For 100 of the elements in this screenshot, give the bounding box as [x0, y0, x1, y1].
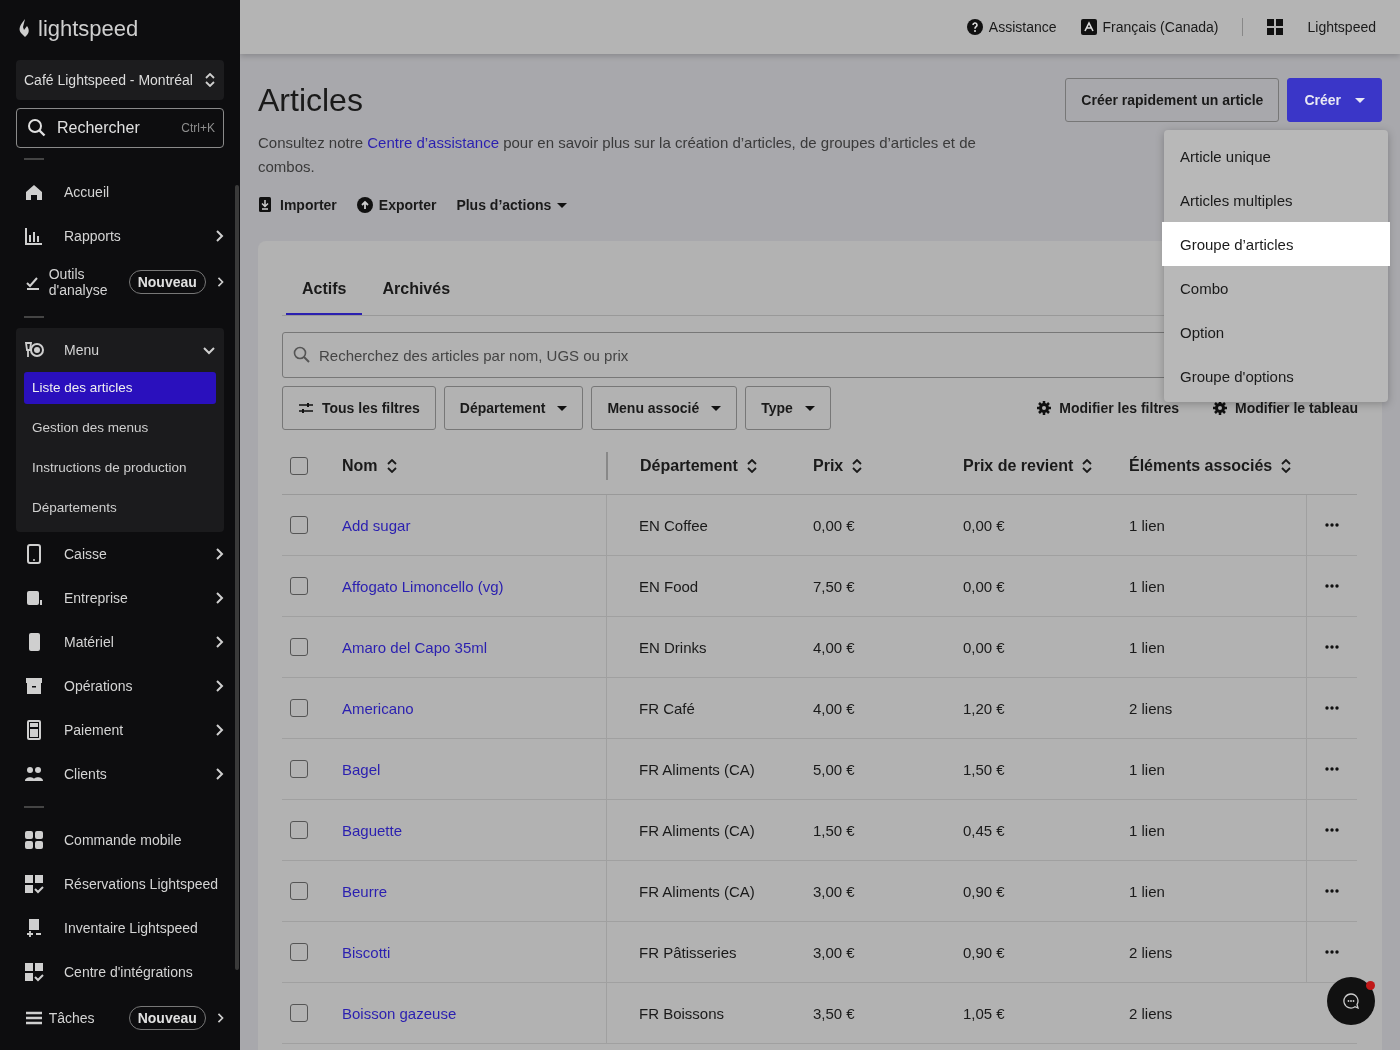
- quick-create-button[interactable]: Créer rapidement un article: [1065, 78, 1280, 122]
- filter-dropdown[interactable]: Département: [443, 386, 584, 430]
- more-icon[interactable]: [1325, 523, 1339, 527]
- logo-text: lightspeed: [38, 16, 139, 42]
- create-option[interactable]: Groupe d’articles: [1162, 222, 1390, 266]
- checkbox[interactable]: [290, 516, 308, 534]
- people-icon: [24, 764, 44, 784]
- table-cell: 0,90 €: [963, 882, 1005, 900]
- nav-item[interactable]: Menu: [16, 328, 224, 372]
- help-center-link[interactable]: Centre d’assistance: [367, 134, 499, 151]
- table-cell: 2 liens: [1129, 943, 1173, 961]
- page-description: Consultez notre Centre d’assistance pour en savoir plus sur la création d’articles, de groupes d’articles et de combos.: [258, 133, 977, 177]
- nav-item[interactable]: Réservations Lightspeed: [0, 862, 240, 906]
- account-menu[interactable]: Lightspeed: [1307, 19, 1376, 35]
- checkbox[interactable]: [290, 760, 308, 778]
- more-icon[interactable]: [1325, 706, 1339, 710]
- search-icon: [27, 118, 47, 138]
- nav-item[interactable]: Outils d'analyse Nouveau: [0, 258, 240, 306]
- sort-icon: [745, 459, 758, 473]
- create-option[interactable]: Articles multiples: [1164, 178, 1388, 222]
- checkbox[interactable]: [290, 821, 308, 839]
- export-button[interactable]: Exporter: [356, 197, 437, 213]
- more-icon[interactable]: [1325, 584, 1339, 588]
- column-header[interactable]: Nom: [342, 457, 378, 475]
- column-header[interactable]: Prix: [813, 457, 844, 475]
- table-cell: EN Drinks: [639, 638, 707, 656]
- more-icon[interactable]: [1325, 767, 1339, 771]
- more-actions-menu[interactable]: Plus d’actions: [456, 197, 568, 213]
- nav-item[interactable]: Centre d'intégrations: [0, 950, 240, 994]
- filter-dropdown[interactable]: Type: [745, 386, 831, 430]
- grid-check-icon: [24, 962, 44, 982]
- column-header[interactable]: Éléments associés: [1129, 457, 1273, 475]
- table-cell: FR Aliments (CA): [639, 821, 755, 839]
- nav-item[interactable]: Commande mobile: [0, 818, 240, 862]
- sliders-icon: [298, 401, 314, 415]
- checkbox[interactable]: [290, 943, 308, 961]
- document-icon: [24, 588, 44, 608]
- location-selector[interactable]: Café Lightspeed - Montréal: [16, 60, 224, 100]
- item-link[interactable]: Amaro del Capo 35ml: [342, 638, 488, 656]
- import-icon: [258, 197, 274, 213]
- table-cell: 1 lien: [1129, 760, 1165, 778]
- checkbox[interactable]: [290, 699, 308, 717]
- search-placeholder: Recherchez des articles par nom, UGS ou prix: [319, 346, 629, 364]
- import-button[interactable]: Importer: [258, 197, 337, 213]
- sort-icon: [1081, 459, 1094, 473]
- submenu-item[interactable]: Départements: [24, 488, 216, 528]
- nav-item[interactable]: Opérations: [0, 664, 240, 708]
- nav-item[interactable]: Caisse: [0, 532, 240, 576]
- caret-down-icon: [711, 405, 722, 411]
- item-link[interactable]: Add sugar: [342, 516, 411, 534]
- table-cell: 0,45 €: [963, 821, 1005, 839]
- nav-item[interactable]: Clients: [0, 752, 240, 796]
- more-icon[interactable]: [1325, 645, 1339, 649]
- all-filters-button[interactable]: Tous les filtres: [282, 386, 436, 430]
- item-link[interactable]: Baguette: [342, 821, 403, 839]
- column-header[interactable]: Département: [640, 457, 738, 475]
- table-cell: FR Boissons: [639, 1004, 725, 1022]
- box-plus-icon: [24, 918, 44, 938]
- more-icon[interactable]: [1325, 950, 1339, 954]
- tab[interactable]: Archivés: [366, 265, 467, 315]
- nav-item[interactable]: Rapports: [0, 214, 240, 258]
- settings-link[interactable]: Modifier les filtres: [1037, 400, 1180, 416]
- checkbox[interactable]: [290, 577, 308, 595]
- item-link[interactable]: Americano: [342, 699, 414, 717]
- submenu-item[interactable]: Gestion des menus: [24, 408, 216, 448]
- item-link[interactable]: Beurre: [342, 882, 388, 900]
- nav-item[interactable]: Accueil: [0, 170, 240, 214]
- scrollbar[interactable]: [235, 185, 239, 970]
- table-cell: FR Café: [639, 699, 695, 717]
- search-field[interactable]: Rechercher Ctrl+K: [16, 108, 224, 148]
- nav-item[interactable]: Entreprise: [0, 576, 240, 620]
- table-cell: 0,00 €: [813, 516, 855, 534]
- nav-item[interactable]: Inventaire Lightspeed: [0, 906, 240, 950]
- checkbox[interactable]: [290, 1004, 308, 1022]
- checkbox[interactable]: [290, 882, 308, 900]
- item-link[interactable]: Biscotti: [342, 943, 391, 961]
- table-cell: 1 lien: [1129, 821, 1165, 839]
- item-link[interactable]: Bagel: [342, 760, 381, 778]
- create-option[interactable]: Combo: [1164, 266, 1388, 310]
- nav-item[interactable]: Matériel: [0, 620, 240, 664]
- nav-item[interactable]: Tâches Nouveau: [0, 994, 240, 1042]
- apps-grid-icon[interactable]: [1267, 19, 1284, 35]
- more-icon[interactable]: [1325, 889, 1339, 893]
- table-cell: 3,00 €: [813, 882, 855, 900]
- create-option[interactable]: Article unique: [1164, 134, 1388, 178]
- create-button[interactable]: Créer: [1287, 78, 1382, 122]
- submenu-item[interactable]: Instructions de production: [24, 448, 216, 488]
- item-link[interactable]: Boisson gazeuse: [342, 1004, 457, 1022]
- language-selector[interactable]: Français (Canada): [1080, 19, 1219, 35]
- more-icon[interactable]: [1325, 828, 1339, 832]
- table-cell: 2 liens: [1129, 1004, 1173, 1022]
- nav-item[interactable]: Paiement: [0, 708, 240, 752]
- submenu-item[interactable]: Liste des articles: [24, 372, 216, 404]
- checkbox[interactable]: [290, 638, 308, 656]
- help-link[interactable]: Assistance: [966, 19, 1057, 35]
- tab[interactable]: Actifs: [286, 265, 363, 315]
- checkbox[interactable]: [290, 457, 308, 475]
- filter-dropdown[interactable]: Menu associé: [591, 386, 738, 430]
- item-link[interactable]: Affogato Limoncello (vg): [342, 577, 504, 595]
- column-header[interactable]: Prix de revient: [963, 457, 1074, 475]
